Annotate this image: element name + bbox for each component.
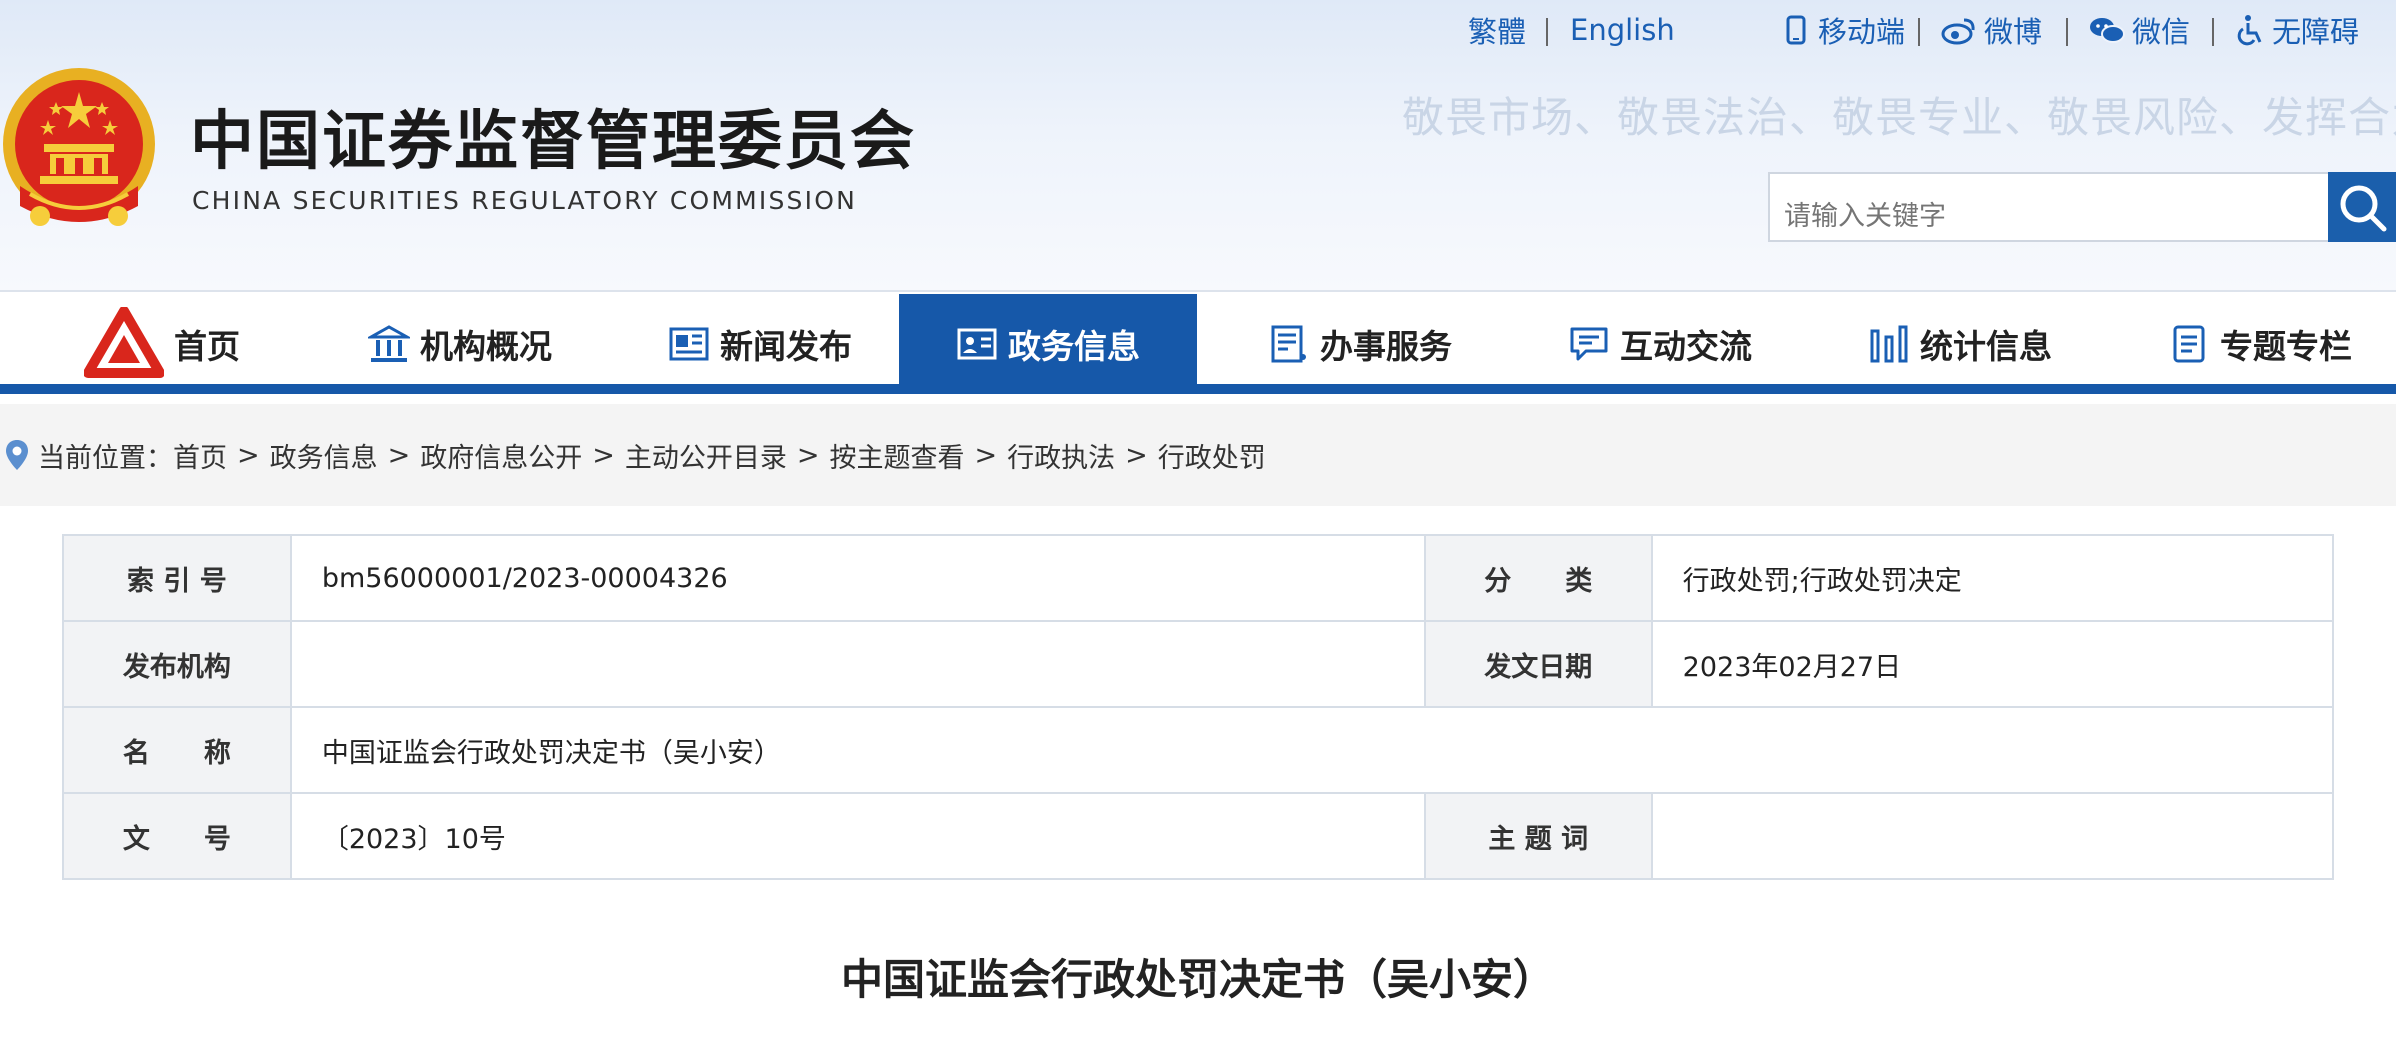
index-number-label: 索 引 号 (62, 534, 292, 622)
divider (2066, 18, 2068, 46)
nav-institution[interactable]: 机构概况 (340, 294, 580, 394)
nav-news-label: 新闻发布 (720, 327, 852, 366)
weibo-link[interactable]: 微博 (1940, 8, 2042, 52)
slogan: 敬畏市场、敬畏法治、敬畏专业、敬畏风险、发挥合力 (1402, 93, 2396, 142)
nav-government-info-label: 政务信息 (1008, 327, 1140, 366)
service-doc-icon (1271, 325, 1306, 363)
mobile-link-label: 移动端 (1818, 15, 1906, 49)
nav-interaction[interactable]: 互动交流 (1540, 294, 1780, 394)
wechat-link[interactable]: 微信 (2088, 8, 2190, 52)
breadcrumb-prefix: 当前位置： (38, 442, 173, 474)
divider (1918, 18, 1920, 46)
doc-name-label: 名 称 (62, 706, 292, 794)
nav-government-info[interactable]: 政务信息 (899, 294, 1197, 394)
search-icon (2340, 185, 2387, 232)
accessibility-link-label: 无障碍 (2272, 15, 2360, 49)
nav-topics[interactable]: 专题专栏 (2140, 294, 2380, 394)
breadcrumb-active-catalog[interactable]: 主动公开目录 (625, 436, 787, 475)
site-header: 中国证券监督管理委员会 CHINA SECURITIES REGULATORY … (0, 0, 2396, 292)
wechat-icon (2090, 18, 2125, 43)
table-row: 发布机构 发文日期 2023年02月27日 (62, 620, 2335, 708)
id-card-icon (957, 328, 997, 360)
nav-services[interactable]: 办事服务 (1240, 294, 1480, 394)
breadcrumb-separator: > (1125, 439, 1148, 471)
index-number-value: bm56000001/2023-00004326 (289, 534, 1426, 622)
breadcrumb: 当前位置： 首页 > 政务信息 > 政府信息公开 > 主动公开目录 > 按主题查… (0, 404, 2396, 506)
nav-topics-label: 专题专栏 (2220, 327, 2352, 366)
doc-number-label: 文 号 (62, 792, 292, 880)
breadcrumb-gov-disclosure[interactable]: 政府信息公开 (420, 436, 582, 475)
breadcrumb-separator: > (796, 439, 820, 471)
document-icon (2173, 325, 2205, 363)
breadcrumb-separator: > (237, 439, 260, 471)
table-row: 文 号 〔2023〕10号 主 题 词 (62, 792, 2335, 880)
document-info-table: 索 引 号 bm56000001/2023-00004326 分 类 行政处罚;… (62, 534, 2335, 880)
wheelchair-icon (2237, 15, 2262, 46)
mobile-phone-icon (1786, 15, 1806, 45)
divider (1546, 18, 1548, 46)
mobile-link[interactable]: 移动端 (1780, 8, 1905, 52)
nav-interaction-label: 互动交流 (1620, 327, 1752, 366)
issue-date-label: 发文日期 (1423, 620, 1653, 708)
breadcrumb-separator: > (387, 439, 411, 471)
search-button[interactable] (2328, 172, 2396, 242)
breadcrumb-admin-penalty[interactable]: 行政处罚 (1158, 436, 1266, 475)
keywords-value (1650, 792, 2335, 880)
table-row: 索 引 号 bm56000001/2023-00004326 分 类 行政处罚;… (62, 534, 2335, 622)
nav-home-label: 首页 (174, 327, 240, 366)
breadcrumb-separator: > (974, 439, 998, 471)
location-pin-icon (6, 440, 28, 470)
issuer-label: 发布机构 (62, 620, 292, 708)
breadcrumb-admin-enforcement[interactable]: 行政执法 (1007, 436, 1115, 475)
site-title-en[interactable]: CHINA SECURITIES REGULATORY COMMISSION (192, 186, 857, 215)
english-link[interactable]: English (1570, 8, 1675, 52)
site-title-cn[interactable]: 中国证券监督管理委员会 (190, 90, 916, 182)
breadcrumb-by-topic[interactable]: 按主题查看 (830, 436, 965, 475)
breadcrumb-separator: > (592, 439, 615, 471)
main-nav: 首页 机构概况 新闻发布 政务信息 办事服务 互动交流 统计信息 专题专栏 (0, 294, 2396, 394)
doc-number-value: 〔2023〕10号 (289, 792, 1426, 880)
top-links-bar: 繁體 English 移动端 微博 微信 无障碍 (0, 8, 2396, 52)
nav-news[interactable]: 新闻发布 (640, 294, 880, 394)
search-input[interactable] (1768, 172, 2330, 242)
issue-date-value: 2023年02月27日 (1650, 620, 2335, 708)
nav-statistics[interactable]: 统计信息 (1840, 294, 2080, 394)
weibo-link-label: 微博 (1984, 15, 2043, 49)
nav-statistics-label: 统计信息 (1920, 327, 2052, 366)
divider (2212, 18, 2214, 46)
breadcrumb-home[interactable]: 首页 (173, 436, 227, 475)
national-emblem-icon[interactable] (0, 66, 158, 238)
nav-institution-label: 机构概况 (420, 327, 552, 366)
nav-home[interactable]: 首页 (62, 294, 262, 394)
keywords-label: 主 题 词 (1423, 792, 1653, 880)
weibo-icon (1941, 18, 1975, 45)
nav-services-label: 办事服务 (1320, 327, 1452, 366)
category-label: 分 类 (1423, 534, 1653, 622)
traditional-chinese-link[interactable]: 繁體 (1468, 8, 1526, 52)
bar-chart-icon (1870, 325, 1908, 363)
breadcrumb-government-info[interactable]: 政务信息 (270, 436, 378, 475)
table-row: 名 称 中国证监会行政处罚决定书（吴小安） (62, 706, 2335, 794)
wechat-link-label: 微信 (2132, 15, 2191, 49)
csrc-logo-icon (84, 307, 164, 378)
chat-bubble-icon (1570, 327, 1608, 361)
doc-name-value: 中国证监会行政处罚决定书（吴小安） (289, 706, 2335, 794)
building-icon (368, 325, 410, 362)
issuer-value (289, 620, 1426, 708)
document-title: 中国证监会行政处罚决定书（吴小安） (840, 955, 1555, 1004)
category-value: 行政处罚;行政处罚决定 (1650, 534, 2335, 622)
newspaper-icon (669, 327, 709, 361)
accessibility-link[interactable]: 无障碍 (2234, 8, 2359, 52)
